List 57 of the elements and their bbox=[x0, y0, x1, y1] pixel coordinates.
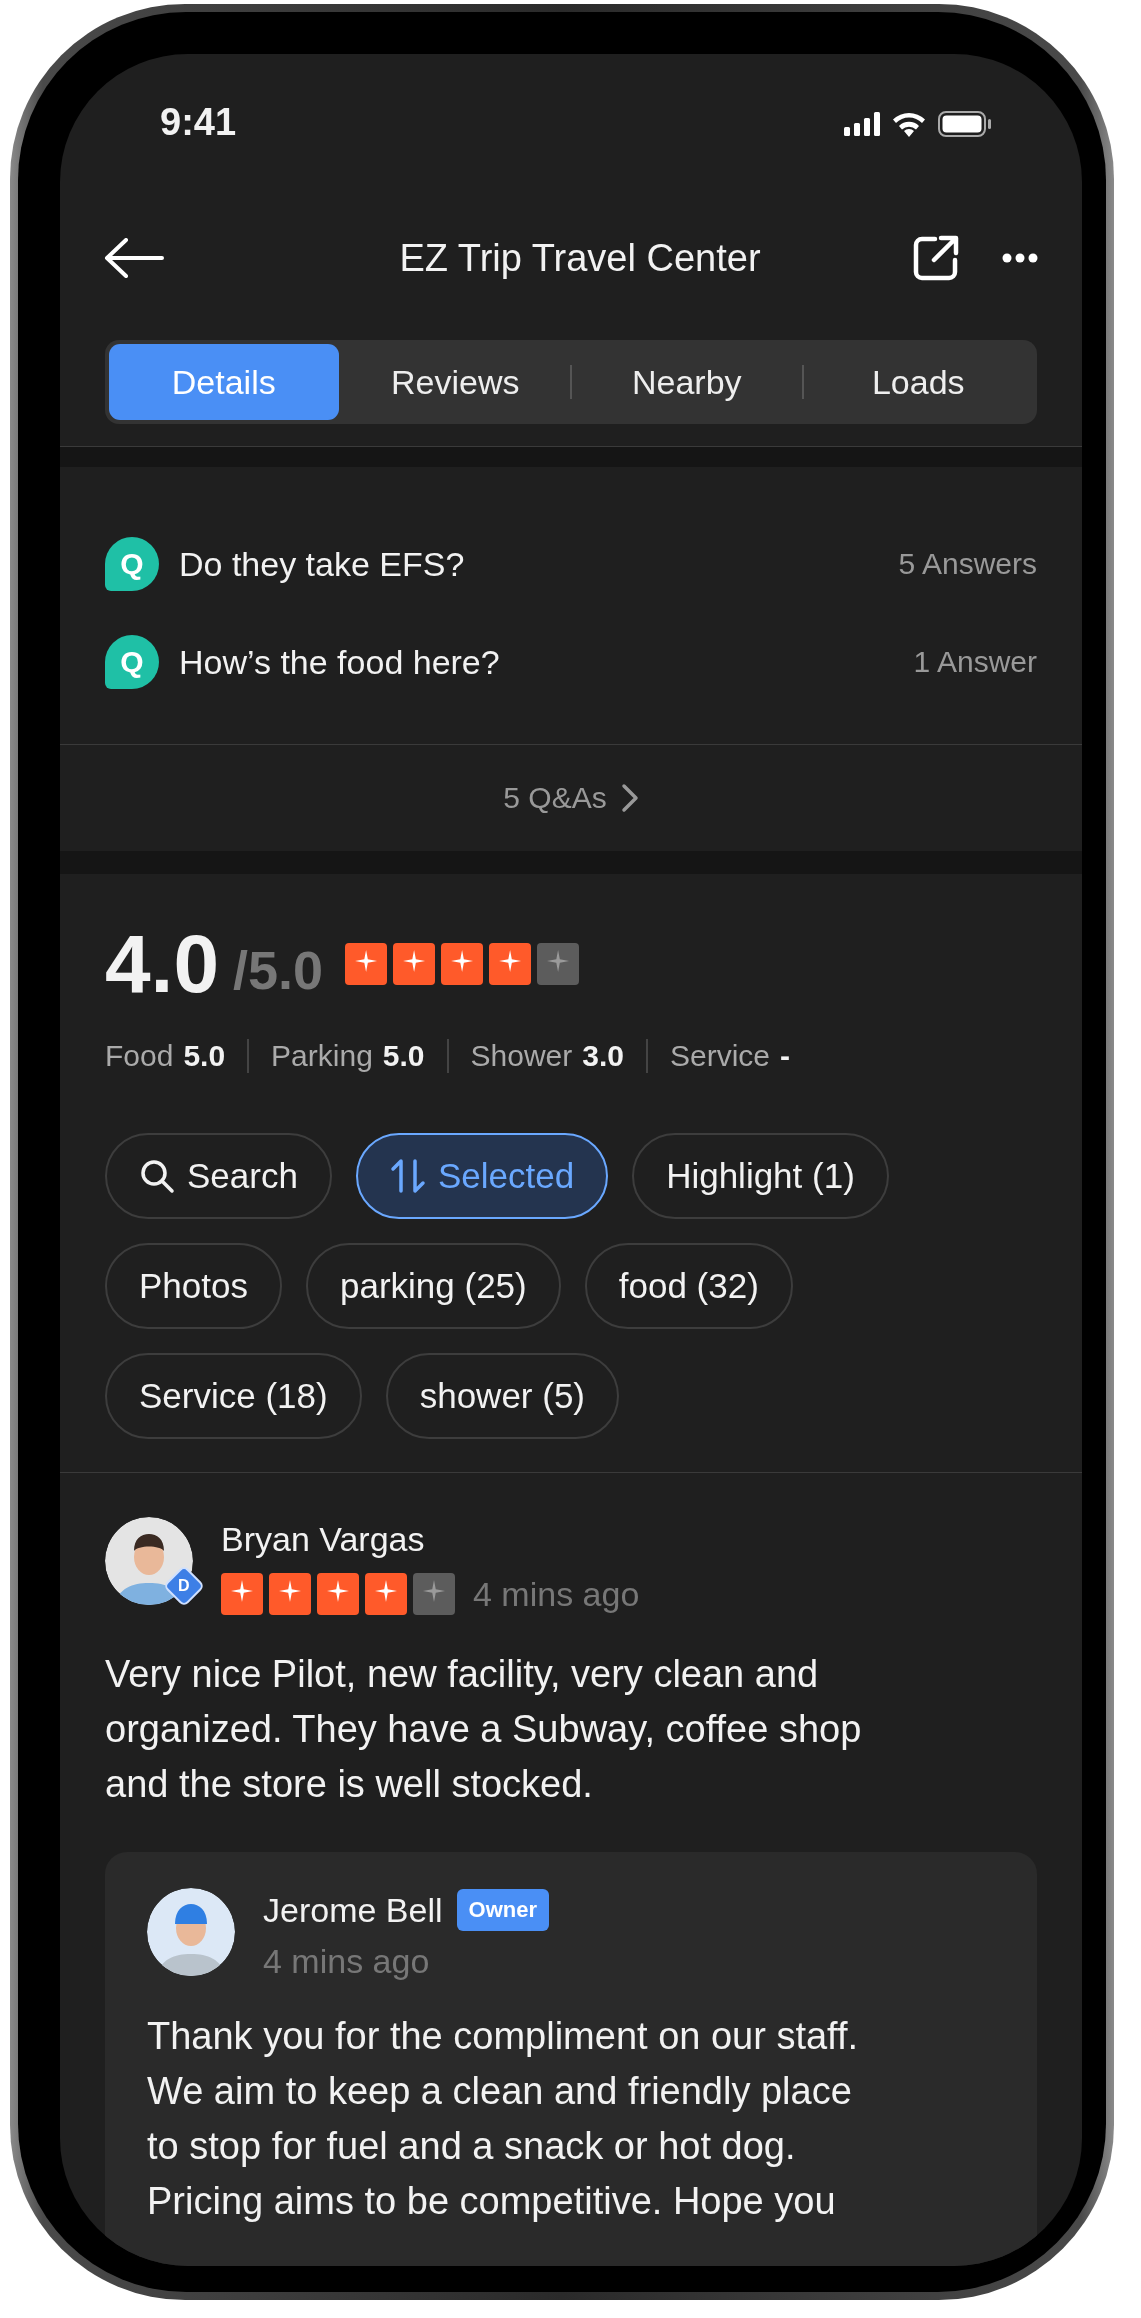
category-score: - bbox=[780, 1039, 791, 1073]
external-link-icon bbox=[913, 235, 959, 281]
filter-chip[interactable]: parking (25) bbox=[305, 1243, 561, 1329]
all-qa-link[interactable]: 5 Q&As bbox=[497, 780, 645, 816]
category-score: 5.0 bbox=[183, 1039, 226, 1073]
page-title: EZ Trip Travel Center bbox=[398, 236, 762, 280]
category-label: Service bbox=[670, 1039, 771, 1073]
search-icon bbox=[139, 1158, 175, 1194]
back-arrow-icon bbox=[104, 238, 164, 278]
star-empty-icon bbox=[413, 1573, 455, 1615]
question-badge: Q bbox=[105, 537, 159, 591]
filter-chip[interactable]: Service (18) bbox=[105, 1353, 362, 1439]
filter-chip[interactable]: shower (5) bbox=[385, 1353, 619, 1439]
question-text[interactable]: How’s the food here? bbox=[179, 642, 894, 682]
filter-chip[interactable]: Search bbox=[105, 1133, 332, 1219]
star-filled-icon bbox=[269, 1573, 311, 1615]
star-filled-icon bbox=[489, 943, 532, 985]
review-text: Very nice Pilot, new facility, very clean and organized. They have a Subway, coffee shop and the store is well stocked. bbox=[105, 1652, 863, 1807]
star-filled-icon bbox=[317, 1573, 359, 1615]
answer-count: 5 Answers bbox=[898, 547, 1037, 581]
filter-chip[interactable]: food (32) bbox=[584, 1243, 793, 1329]
rating-max: /5.0 bbox=[233, 939, 324, 1001]
status-time: 9:41 bbox=[160, 100, 237, 144]
tab[interactable]: Reviews bbox=[340, 344, 570, 420]
category-score: 3.0 bbox=[582, 1039, 624, 1073]
reply-time: 4 mins ago bbox=[263, 1942, 431, 1981]
owner-badge: Owner bbox=[456, 1889, 549, 1931]
answer-count: 1 Answer bbox=[913, 645, 1037, 679]
category-score: 5.0 bbox=[382, 1039, 425, 1073]
chevron-right-icon bbox=[620, 783, 639, 813]
battery-icon bbox=[938, 111, 992, 137]
sort-icon bbox=[389, 1158, 426, 1194]
review-time: 4 mins ago bbox=[473, 1574, 640, 1614]
category-label: Parking bbox=[271, 1039, 373, 1073]
category-label: Shower bbox=[470, 1039, 573, 1073]
star-filled-icon bbox=[393, 943, 436, 985]
star-filled-icon bbox=[441, 943, 484, 985]
question-text[interactable]: Do they take EFS? bbox=[179, 544, 879, 584]
filter-chip[interactable]: Selected bbox=[355, 1133, 609, 1219]
tab[interactable]: Loads bbox=[803, 344, 1033, 420]
badge-label: D bbox=[178, 1577, 190, 1595]
more-icon bbox=[1002, 253, 1038, 263]
filter-chip[interactable]: Highlight (1) bbox=[632, 1133, 889, 1219]
star-empty-icon bbox=[537, 943, 580, 985]
replier-name: Jerome Bell bbox=[263, 1890, 443, 1931]
star-filled-icon bbox=[221, 1573, 263, 1615]
reviewer-name: Bryan Vargas bbox=[221, 1519, 426, 1560]
star-filled-icon bbox=[345, 943, 388, 985]
rating-score: 4.0 bbox=[105, 917, 219, 1011]
tab[interactable]: Nearby bbox=[572, 344, 802, 420]
signal-icon bbox=[844, 112, 880, 136]
category-label: Food bbox=[105, 1039, 174, 1073]
filter-chip[interactable]: Photos bbox=[105, 1243, 282, 1329]
question-badge: Q bbox=[105, 635, 159, 689]
star-filled-icon bbox=[365, 1573, 407, 1615]
reply-text: Thank you for the compliment on our staff. We aim to keep a clean and friendly place to stop for fuel and a snack or hot dog. Pricing aims to be competitive. Hope you bbox=[147, 2014, 860, 2224]
wifi-icon bbox=[892, 111, 926, 137]
